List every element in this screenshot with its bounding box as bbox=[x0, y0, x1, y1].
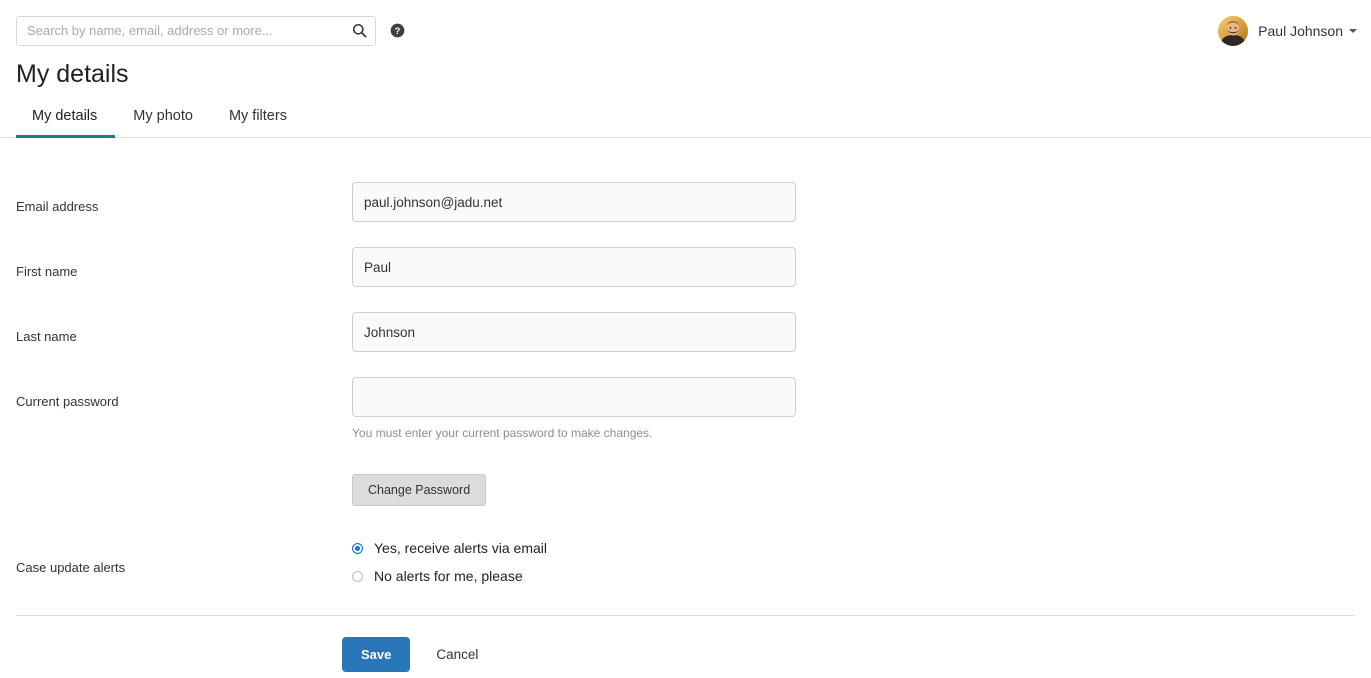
password-help-text: You must enter your current password to … bbox=[352, 426, 653, 440]
search-icon[interactable] bbox=[350, 22, 368, 40]
svg-text:?: ? bbox=[395, 26, 401, 36]
field-control bbox=[352, 247, 1355, 287]
tab-my-filters[interactable]: My filters bbox=[211, 108, 305, 138]
radio-selected-icon[interactable] bbox=[352, 542, 363, 554]
tab-bar: My details My photo My filters bbox=[0, 108, 1371, 138]
radio-unselected-icon[interactable] bbox=[352, 570, 363, 582]
tab-label: My filters bbox=[228, 108, 287, 124]
search-container bbox=[16, 15, 376, 46]
radio-label: Yes, receive alerts via email bbox=[374, 540, 548, 556]
field-label: Current password bbox=[16, 394, 119, 409]
change-password-button[interactable]: Change Password bbox=[352, 474, 487, 506]
field-control: Change Password bbox=[352, 474, 1355, 506]
field-control bbox=[352, 182, 1355, 222]
field-first-name: First name bbox=[16, 247, 1355, 287]
help-circle-icon[interactable]: ? bbox=[390, 23, 405, 38]
email-input[interactable] bbox=[352, 182, 796, 222]
field-current-password: Current password You must enter your cur… bbox=[16, 377, 1355, 440]
tab-my-details[interactable]: My details bbox=[16, 108, 116, 138]
first-name-input[interactable] bbox=[352, 247, 796, 287]
my-details-form: Email address First name Last name Curre… bbox=[0, 182, 1371, 584]
form-actions: Save Cancel bbox=[0, 616, 1371, 672]
cancel-button[interactable]: Cancel bbox=[430, 646, 484, 663]
field-label: First name bbox=[16, 264, 78, 279]
user-name: Paul Johnson bbox=[1258, 22, 1343, 39]
field-label: Email address bbox=[16, 199, 99, 214]
field-last-name: Last name bbox=[16, 312, 1355, 352]
field-control: You must enter your current password to … bbox=[352, 377, 1355, 440]
current-password-input[interactable] bbox=[352, 377, 796, 417]
change-password-row: Change Password bbox=[16, 474, 1355, 506]
user-menu[interactable]: Paul Johnson bbox=[1218, 15, 1357, 46]
tab-my-photo[interactable]: My photo bbox=[115, 108, 211, 138]
radio-label: No alerts for me, please bbox=[374, 568, 523, 584]
tab-label: My photo bbox=[133, 108, 193, 124]
top-bar: ? bbox=[0, 0, 1371, 61]
field-label: Case update alerts bbox=[16, 560, 126, 575]
field-email-address: Email address bbox=[16, 182, 1355, 222]
radio-option-yes[interactable]: Yes, receive alerts via email bbox=[352, 540, 1355, 556]
save-button[interactable]: Save bbox=[342, 637, 411, 672]
field-control bbox=[352, 312, 1355, 352]
tab-label: My details bbox=[32, 108, 98, 124]
field-label: Last name bbox=[16, 329, 77, 344]
radio-option-no[interactable]: No alerts for me, please bbox=[352, 568, 1355, 584]
chevron-down-icon[interactable] bbox=[1349, 28, 1357, 33]
last-name-input[interactable] bbox=[352, 312, 796, 352]
search-input[interactable] bbox=[16, 15, 376, 46]
field-case-update-alerts: Case update alerts Yes, receive alerts v… bbox=[16, 540, 1355, 584]
radio-group: Yes, receive alerts via email No alerts … bbox=[352, 540, 1355, 584]
field-label-empty bbox=[16, 474, 352, 491]
avatar bbox=[1218, 15, 1249, 46]
page-title: My details bbox=[16, 60, 129, 88]
